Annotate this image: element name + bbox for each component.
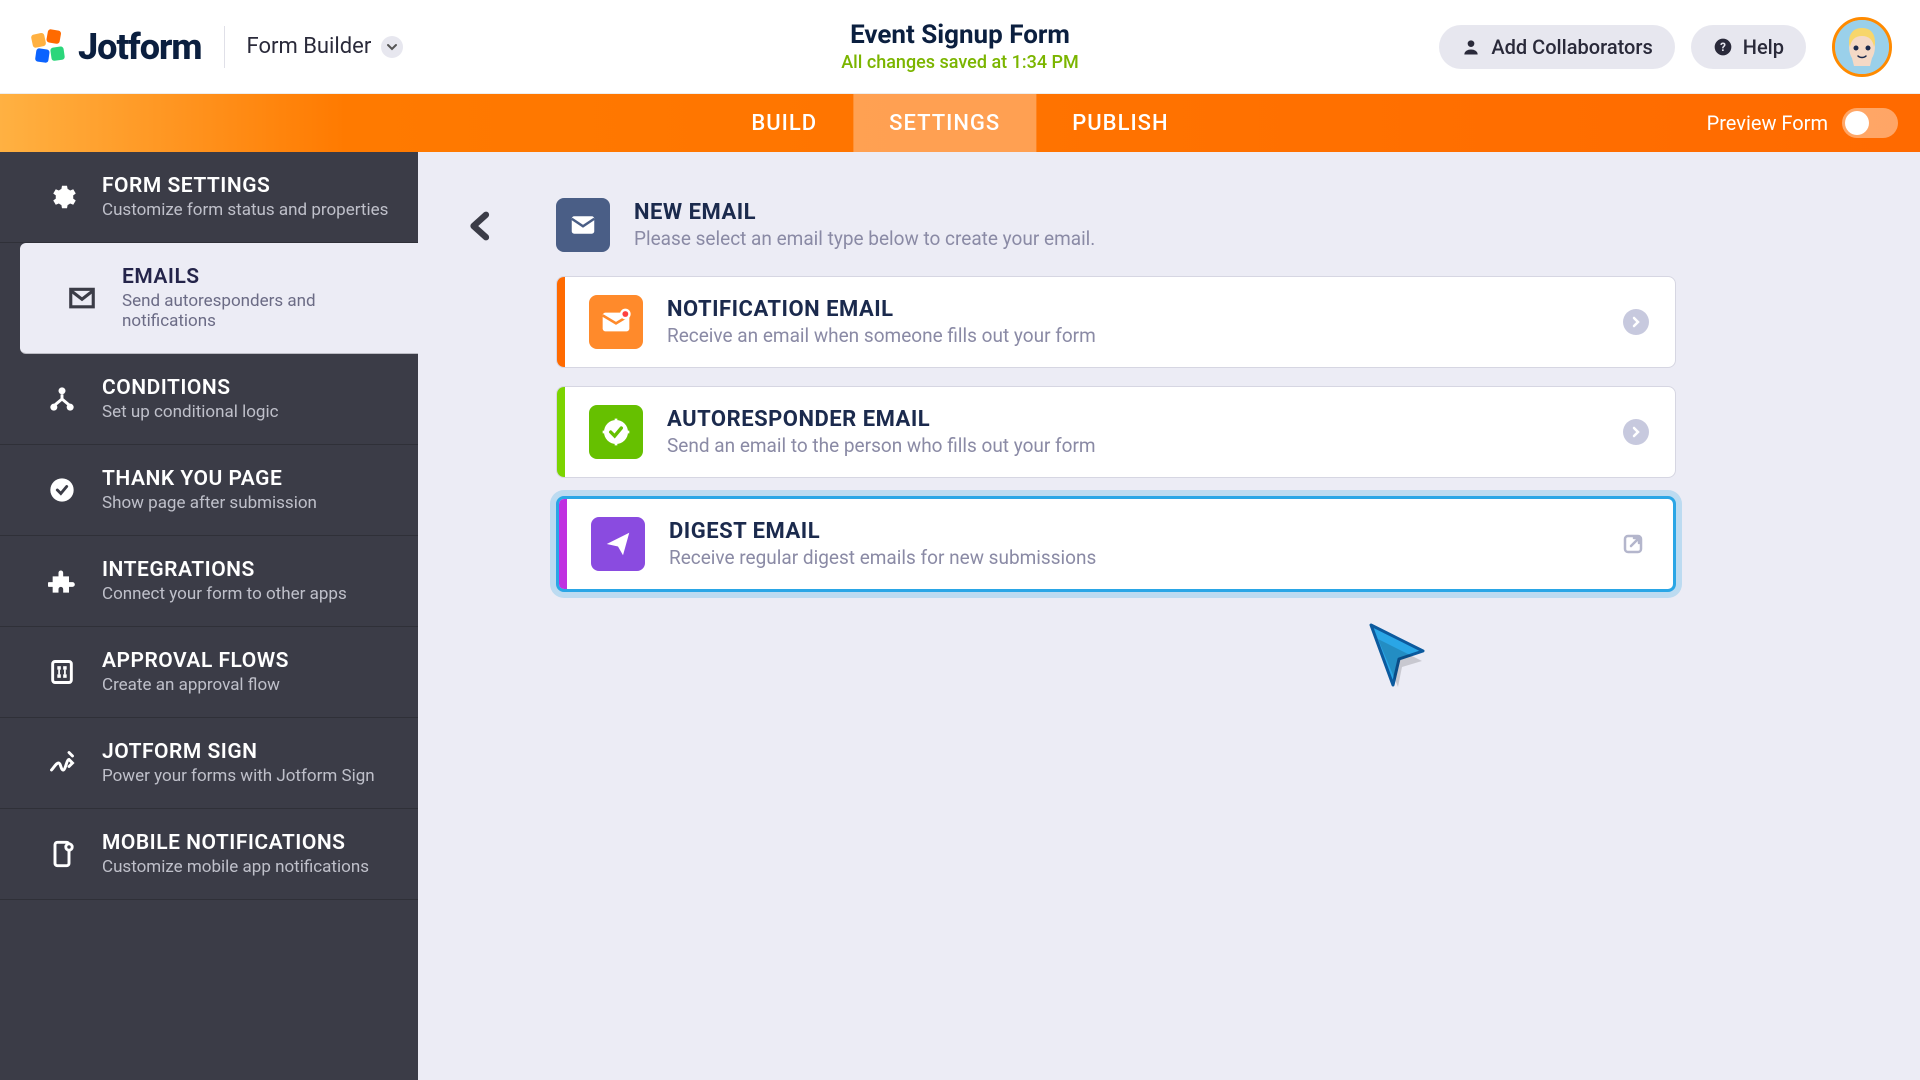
- avatar[interactable]: [1832, 17, 1892, 77]
- send-icon: [591, 517, 645, 571]
- side-title: THANK YOU PAGE: [102, 467, 317, 491]
- card-title: AUTORESPONDER EMAIL: [667, 407, 1096, 432]
- branch-icon: [44, 381, 80, 417]
- card-title: DIGEST EMAIL: [669, 519, 1096, 544]
- sign-icon: [44, 745, 80, 781]
- card-digest-email[interactable]: DIGEST EMAIL Receive regular digest emai…: [556, 496, 1676, 592]
- clock-check-icon: [589, 405, 643, 459]
- sidebar-item-integrations[interactable]: INTEGRATIONSConnect your form to other a…: [0, 536, 418, 627]
- card-accent: [559, 499, 567, 589]
- side-title: EMAILS: [122, 265, 390, 289]
- side-desc: Send autoresponders and notifications: [122, 291, 390, 331]
- chevron-down-icon: [381, 36, 403, 58]
- mail-alert-icon: [589, 295, 643, 349]
- side-title: INTEGRATIONS: [102, 558, 347, 582]
- side-title: MOBILE NOTIFICATIONS: [102, 831, 369, 855]
- card-accent: [557, 387, 565, 477]
- body: FORM SETTINGSCustomize form status and p…: [0, 152, 1920, 1080]
- header-right: Add Collaborators ? Help: [1439, 17, 1892, 77]
- gear-icon: [44, 179, 80, 215]
- svg-text:?: ?: [1720, 40, 1726, 54]
- chevron-right-icon: [1623, 309, 1649, 335]
- form-builder-label: Form Builder: [247, 34, 372, 59]
- new-email-header: NEW EMAIL Please select an email type be…: [556, 198, 1676, 252]
- sidebar-item-form-settings[interactable]: FORM SETTINGSCustomize form status and p…: [0, 152, 418, 243]
- card-autoresponder-email[interactable]: AUTORESPONDER EMAIL Send an email to the…: [556, 386, 1676, 478]
- avatar-icon: [1835, 20, 1889, 74]
- side-desc: Connect your form to other apps: [102, 584, 347, 604]
- app-header: Jotform Form Builder Event Signup Form A…: [0, 0, 1920, 94]
- side-desc: Customize mobile app notifications: [102, 857, 369, 877]
- save-status: All changes saved at 1:34 PM: [841, 52, 1079, 73]
- sidebar-item-emails[interactable]: EMAILSSend autoresponders and notificati…: [20, 243, 418, 354]
- side-title: JOTFORM SIGN: [102, 740, 375, 764]
- divider: [224, 26, 225, 68]
- card-desc: Receive an email when someone fills out …: [667, 324, 1096, 347]
- preview-wrap: Preview Form: [1707, 108, 1920, 138]
- card-title: NOTIFICATION EMAIL: [667, 297, 1096, 322]
- card-desc: Receive regular digest emails for new su…: [669, 546, 1096, 569]
- preview-label: Preview Form: [1707, 111, 1828, 135]
- card-notification-email[interactable]: NOTIFICATION EMAIL Receive an email when…: [556, 276, 1676, 368]
- section-title: NEW EMAIL: [634, 200, 1095, 225]
- sidebar-item-approval-flows[interactable]: APPROVAL FLOWSCreate an approval flow: [0, 627, 418, 718]
- logo-text: Jotform: [78, 26, 202, 68]
- flow-icon: [44, 654, 80, 690]
- tab-build[interactable]: BUILD: [715, 94, 853, 152]
- cursor-icon: [1365, 619, 1435, 703]
- sidebar-item-mobile-notifications[interactable]: MOBILE NOTIFICATIONSCustomize mobile app…: [0, 809, 418, 900]
- add-collab-label: Add Collaborators: [1491, 35, 1652, 59]
- puzzle-icon: [44, 563, 80, 599]
- sidebar-item-thank-you[interactable]: THANK YOU PAGEShow page after submission: [0, 445, 418, 536]
- header-center: Event Signup Form All changes saved at 1…: [841, 20, 1079, 73]
- logo-icon: [30, 28, 68, 66]
- side-desc: Customize form status and properties: [102, 200, 388, 220]
- tab-settings[interactable]: SETTINGS: [853, 94, 1036, 152]
- envelope-icon: [556, 198, 610, 252]
- side-desc: Power your forms with Jotform Sign: [102, 766, 375, 786]
- settings-sidebar: FORM SETTINGSCustomize form status and p…: [0, 152, 418, 1080]
- back-button[interactable]: [466, 206, 496, 250]
- toggle-knob: [1845, 111, 1869, 135]
- card-desc: Send an email to the person who fills ou…: [667, 434, 1096, 457]
- side-desc: Set up conditional logic: [102, 402, 279, 422]
- form-builder-dropdown[interactable]: Form Builder: [247, 34, 404, 59]
- person-icon: [1461, 37, 1481, 57]
- chevron-right-icon: [1623, 419, 1649, 445]
- sidebar-item-conditions[interactable]: CONDITIONSSet up conditional logic: [0, 354, 418, 445]
- side-title: FORM SETTINGS: [102, 174, 388, 198]
- main-content: NEW EMAIL Please select an email type be…: [418, 152, 1920, 1080]
- check-icon: [44, 472, 80, 508]
- side-desc: Show page after submission: [102, 493, 317, 513]
- tabs-bar: BUILD SETTINGS PUBLISH Preview Form: [0, 94, 1920, 152]
- question-icon: ?: [1713, 37, 1733, 57]
- help-button[interactable]: ? Help: [1691, 25, 1806, 69]
- sidebar-item-jotform-sign[interactable]: JOTFORM SIGNPower your forms with Jotfor…: [0, 718, 418, 809]
- card-accent: [557, 277, 565, 367]
- tab-publish[interactable]: PUBLISH: [1036, 94, 1204, 152]
- main-tabs: BUILD SETTINGS PUBLISH: [715, 94, 1204, 152]
- side-desc: Create an approval flow: [102, 675, 289, 695]
- help-label: Help: [1743, 35, 1784, 59]
- section-desc: Please select an email type below to cre…: [634, 227, 1095, 250]
- external-link-icon: [1619, 530, 1647, 558]
- add-collaborators-button[interactable]: Add Collaborators: [1439, 25, 1674, 69]
- form-title[interactable]: Event Signup Form: [841, 20, 1079, 50]
- preview-toggle[interactable]: [1842, 108, 1898, 138]
- envelope-icon: [64, 280, 100, 316]
- side-title: CONDITIONS: [102, 376, 279, 400]
- mobile-icon: [44, 836, 80, 872]
- brand[interactable]: Jotform: [30, 26, 202, 68]
- side-title: APPROVAL FLOWS: [102, 649, 289, 673]
